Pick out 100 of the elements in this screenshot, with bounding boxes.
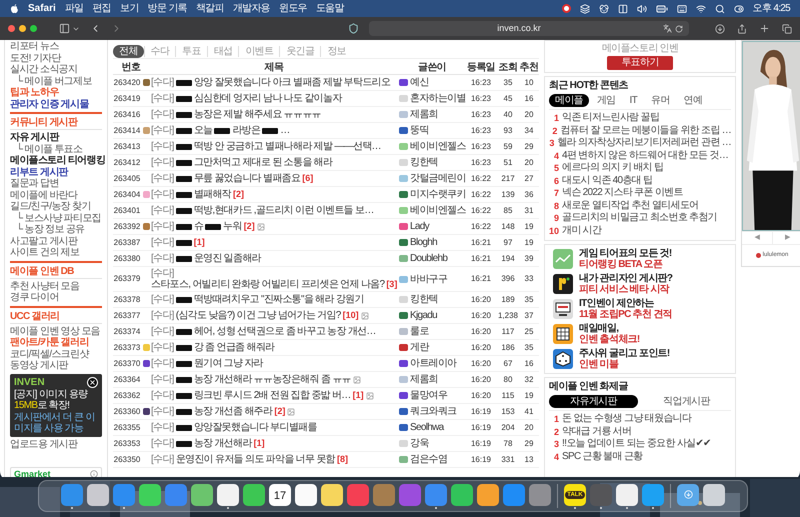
author-name[interactable]: 제롬희 [410, 107, 438, 122]
author-name[interactable]: Bloghh [410, 235, 437, 250]
category-tab[interactable]: 유머 [645, 95, 676, 106]
category-tab[interactable]: 메이플 [549, 94, 589, 107]
sidebar-link[interactable]: └ 농장 정보 공유 [16, 224, 102, 236]
post-title[interactable]: 강 좀 언급좀 해줘라 [194, 342, 274, 353]
promo-highlight[interactable]: 11월 조립PC 추천 견적 [579, 309, 672, 320]
author-name[interactable]: Seolhwa [410, 420, 444, 435]
author-name[interactable]: 갓털금메린이 [410, 171, 466, 186]
post-title[interactable]: 헤어, 성형 선택권으로 좀 바꾸고 농장 개선… [194, 326, 376, 337]
menu-item[interactable]: 도움말 [316, 1, 344, 16]
author-name[interactable]: 혼자하는이별 [410, 91, 466, 106]
board-tab[interactable]: 직업게시판 [642, 395, 731, 408]
sidebar-link[interactable]: 팬아트/카툰 갤러리 [10, 337, 102, 348]
new-tab-icon[interactable] [759, 23, 770, 34]
post-title[interactable]: 심심한데 엉자리 남나 나도 같이놀자 [194, 93, 342, 104]
sidebar-link[interactable]: 팁과 노하우 [10, 87, 102, 98]
post-title[interactable]: 앙앙 잘못했습니다 아크 별패좀 제발 부탁드리오 [194, 77, 390, 88]
app-icon[interactable] [243, 484, 265, 506]
input-source-icon[interactable] [676, 4, 687, 14]
post-title[interactable]: 농장 개선좀 해주라 [194, 406, 272, 417]
trending-link[interactable]: 익존 티저느린사람 꿀팁 [562, 112, 660, 124]
post-title[interactable]: 스타포스, 어빌리티 완화랑 어빌리티 프리셋은 언제 나옴? [151, 279, 384, 290]
app-icon[interactable] [295, 484, 317, 506]
promo-text[interactable]: IT인벤이 제안하는 [579, 298, 672, 309]
info-icon[interactable] [90, 470, 98, 478]
author-name[interactable]: 쿼크와쿼크 [410, 404, 457, 419]
author-name[interactable]: 킹한텍 [410, 292, 438, 307]
author-name[interactable]: 아트레이아 [410, 356, 457, 371]
zoom-button[interactable] [30, 25, 37, 32]
author-name[interactable]: Lady [410, 219, 429, 234]
sidebar-link[interactable]: └ 메이플 버그제보 [16, 76, 102, 87]
author-name[interactable]: Kjgadu [410, 308, 437, 323]
post-title[interactable]: 슈 [194, 221, 204, 232]
app-icon[interactable] [616, 484, 638, 506]
trending-link[interactable]: 4편 변하지 않은 하드웨어 대한 모든 것… [562, 150, 728, 162]
promo-text[interactable]: 주사위 굴리고 포인트! [579, 348, 670, 359]
app-icon[interactable] [477, 484, 499, 506]
promo-highlight[interactable]: 인벤 미블 [579, 359, 670, 370]
sidebar-link[interactable]: └ 메이플 투표소 [16, 144, 102, 155]
sidebar-link[interactable]: 도전! 기자단 [10, 52, 102, 64]
category-tab[interactable]: 게임 [590, 95, 622, 106]
menu-item[interactable]: 보기 [120, 1, 139, 16]
close-button[interactable] [87, 376, 98, 388]
promo-highlight[interactable]: 티어랭킹 BETA 오픈 [579, 259, 672, 270]
sidebar-link[interactable]: 관리자 인증 게시물 [10, 98, 102, 110]
sidebar-link[interactable]: 길드/친구/농장 찾기 [10, 201, 102, 212]
folder-icon[interactable] [677, 484, 699, 506]
author-name[interactable]: 미지수랫쿠키 [410, 187, 466, 202]
sidebar-link[interactable]: 경쿠 다이어 [10, 292, 102, 304]
trending-link[interactable]: 에르다의 의지 키 배치 팁 [562, 162, 664, 174]
author-name[interactable]: 베이비엔젤스 [410, 139, 466, 154]
layers-icon[interactable] [580, 4, 590, 14]
sidebar-link[interactable]: 업로드용 게시판 [10, 438, 102, 450]
promo-highlight[interactable]: 피티 서비스 베타 시작 [579, 284, 672, 295]
post-title[interactable]: 떡방,현대카드 ,골드리치 이런 이벤트들 보… [194, 205, 374, 216]
category-tab[interactable]: IT [624, 95, 644, 106]
author-name[interactable]: Doublehb [410, 251, 448, 266]
app-icon[interactable] [451, 484, 473, 506]
menu-item[interactable]: 개발자용 [232, 1, 270, 16]
author-name[interactable]: 검은수염 [410, 452, 448, 467]
app-icon[interactable] [139, 484, 161, 506]
author-name[interactable]: 바바구구 [410, 272, 448, 286]
post-title[interactable]: 그만처먹고 제대로 된 소통을 해라 [194, 157, 332, 168]
menu-item[interactable]: 방문 기록 [148, 1, 187, 16]
sidebar-link[interactable]: 코디/픽셀/스크린샷 [10, 348, 102, 360]
sidebar-link[interactable]: 질문과 답변 [10, 178, 102, 190]
sidebar-link[interactable]: 추천 사냥터 모음 [10, 280, 102, 292]
author-name[interactable]: 강욱 [410, 436, 429, 451]
post-title[interactable]: 운영진이 유저들 의도 파악을 너무 못함 [176, 454, 335, 465]
vote-button[interactable]: 투표하기 [607, 56, 673, 70]
trending-link[interactable]: 대도시 익존 40층대 팁 [562, 174, 652, 187]
post-title[interactable]: 농장 개선해라 [194, 438, 252, 449]
sidebar-link[interactable]: 메이플에 바란다 [10, 190, 102, 201]
share-icon[interactable] [737, 24, 747, 34]
trending-link[interactable]: ‼오늘 업데이트 되는 중요한 사실✔✔ [562, 438, 710, 450]
sidebar-link[interactable]: 사고팔고 게시판 [10, 236, 102, 247]
sidebar-link[interactable]: 동영상 게시판 [10, 360, 102, 372]
sidebar-link[interactable]: 실시간 소식공지 [10, 64, 102, 76]
post-title[interactable]: 별패해작 [194, 189, 231, 200]
app-icon[interactable] [191, 484, 213, 506]
author-name[interactable]: 베이비엔젤스 [410, 203, 466, 218]
post-title[interactable]: 농장은 제발 해주세요 ㅠㅠㅠㅠ [194, 109, 321, 120]
post-title[interactable]: (심각도 낮음?) 이건 그냥 넘어가는 거임? [176, 310, 341, 321]
download-icon[interactable] [715, 24, 725, 34]
tabs-overview-icon[interactable] [782, 24, 792, 34]
author-name[interactable]: 게란 [410, 340, 429, 355]
filter-tab[interactable]: 전체 [113, 44, 144, 58]
promo-text[interactable]: 게임 티어표의 모든 것! [579, 248, 672, 259]
app-menu[interactable]: Safari [28, 1, 56, 16]
trending-link[interactable]: 약대급 거룡 서버 [562, 426, 632, 438]
sidebar-link[interactable]: 사이트 건의 제보 [10, 247, 102, 258]
trending-link[interactable]: 골드리치의 비밀금고 최소번호 추첨기 [562, 212, 718, 224]
trending-link[interactable]: 컴퓨터 잘 모르는 메붕이들을 위한 조립 … [560, 124, 731, 137]
trending-link[interactable]: 새로운 열티작업 추천 열티세도어 [562, 200, 698, 212]
post-title[interactable]: … [280, 125, 290, 136]
post-title[interactable]: 오늘 [194, 125, 212, 136]
author-name[interactable]: 예신 [410, 75, 429, 90]
trending-link[interactable]: 개미 시간 [562, 224, 602, 237]
menu-item[interactable]: 편집 [92, 1, 112, 16]
